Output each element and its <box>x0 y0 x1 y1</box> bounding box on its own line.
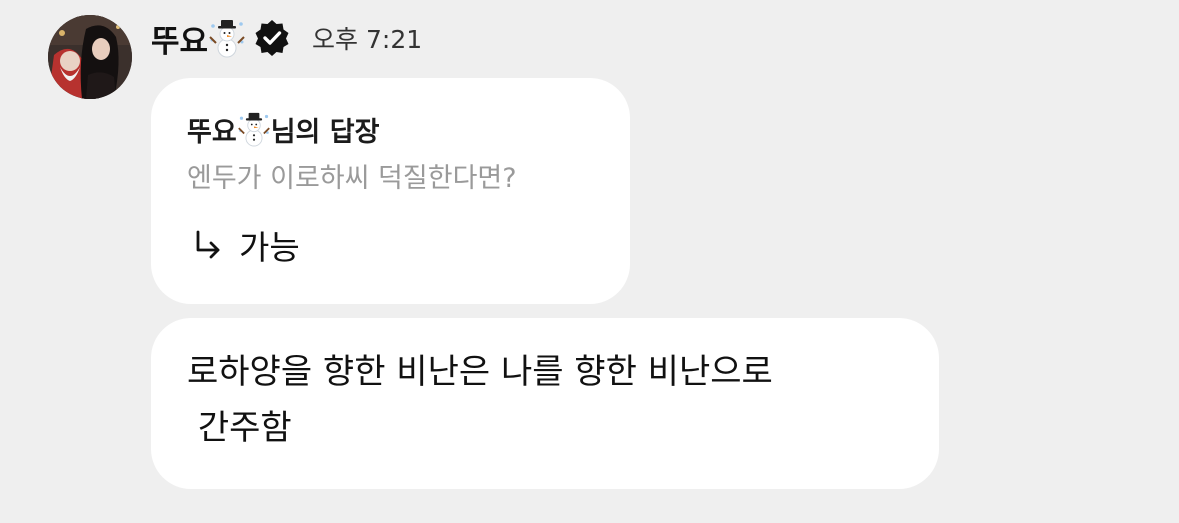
timestamp: 오후 7:21 <box>312 25 423 54</box>
reply-title-suffix: 님의 답장 <box>270 116 380 148</box>
message-header: 뚜요 오후 7:21 <box>151 14 422 62</box>
reply-title: 뚜요 님의 답장 <box>187 110 594 148</box>
reply-answer-text: 가능 <box>239 228 300 267</box>
username-text: 뚜요 <box>151 23 209 60</box>
verified-badge-icon <box>254 20 290 56</box>
snowman-icon <box>208 18 246 58</box>
message-bubble[interactable]: 로하양을 향한 비난은 나를 향한 비난으로 간주함 <box>151 318 939 489</box>
avatar[interactable] <box>48 15 132 99</box>
reply-message-bubble[interactable]: 뚜요 님의 답장 엔두가 이로하씨 덕질한다면? 가능 <box>151 78 630 304</box>
reply-answer: 가능 <box>187 221 594 269</box>
message-text: 로하양을 향한 비난은 나를 향한 비난으로 간주함 <box>187 352 773 448</box>
quoted-question: 엔두가 이로하씨 덕질한다면? <box>187 163 517 194</box>
snowman-icon <box>237 111 271 147</box>
username[interactable]: 뚜요 <box>151 16 246 61</box>
reply-author-name: 뚜요 <box>187 116 237 148</box>
return-arrow-icon <box>193 230 223 260</box>
